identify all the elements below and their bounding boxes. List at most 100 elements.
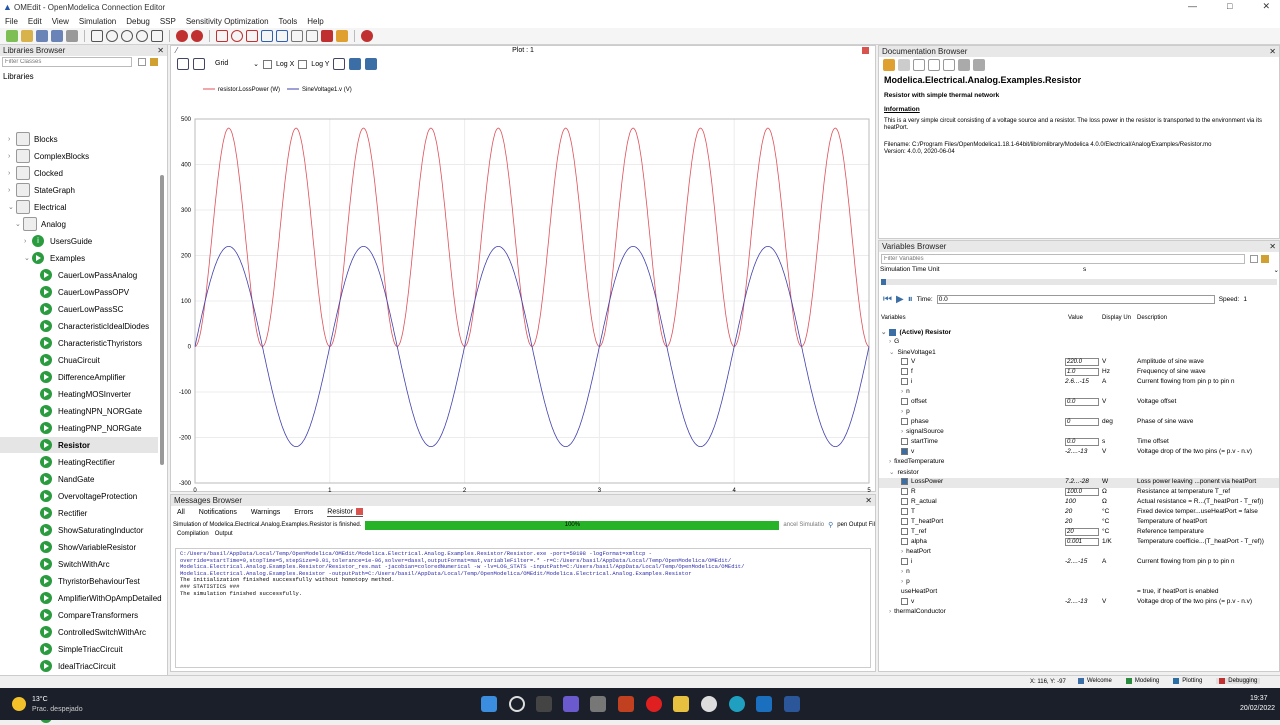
- variable-row[interactable]: › p: [879, 408, 1279, 418]
- edit-revisions-icon[interactable]: [928, 58, 940, 71]
- chevron-right-icon[interactable]: ›: [901, 578, 903, 585]
- library-item[interactable]: NandGate: [32, 471, 94, 487]
- variable-row[interactable]: T_ref 20 °C Reference temperature: [879, 528, 1279, 538]
- maximize-button[interactable]: □: [1227, 1, 1232, 12]
- instantiate-icon[interactable]: [191, 30, 203, 42]
- parametric-plot-icon[interactable]: [231, 30, 243, 42]
- menu-debug[interactable]: Debug: [121, 17, 155, 26]
- library-item[interactable]: CharacteristicThyristors: [32, 335, 142, 351]
- plot-variable-checkbox[interactable]: [901, 488, 908, 495]
- variable-row[interactable]: › signalSource: [879, 428, 1279, 438]
- chevron-down-icon[interactable]: ⌄: [15, 220, 23, 228]
- chevron-down-icon[interactable]: ⌄: [8, 203, 16, 211]
- variable-row[interactable]: offset 0.0 V Voltage offset: [879, 398, 1279, 408]
- chevron-right-icon[interactable]: ›: [901, 388, 903, 395]
- chevron-down-icon[interactable]: ⌄: [881, 329, 886, 336]
- plot-close-button[interactable]: [862, 47, 869, 54]
- variable-row[interactable]: ⌄ (Active) Resistor: [879, 328, 1279, 338]
- filter-options-icon[interactable]: [138, 58, 146, 66]
- chevron-right-icon[interactable]: ›: [8, 153, 16, 160]
- variable-value[interactable]: 100.0: [1065, 488, 1099, 496]
- variable-row[interactable]: V 220.0 V Amplitude of sine wave: [879, 358, 1279, 368]
- time-unit-select[interactable]: s ⌄: [1083, 266, 1279, 274]
- library-item[interactable]: ⌄ Examples: [24, 250, 85, 266]
- library-item[interactable]: Resistor: [0, 437, 158, 453]
- print-plot-icon[interactable]: [365, 58, 378, 70]
- menu-sensitivity-optimization[interactable]: Sensitivity Optimization: [181, 17, 274, 26]
- menu-view[interactable]: View: [47, 17, 74, 26]
- variable-value[interactable]: 0.0: [1065, 398, 1099, 406]
- variable-row[interactable]: › fixedTemperature: [879, 458, 1279, 468]
- variable-row[interactable]: › thermalConductor: [879, 608, 1279, 618]
- save-icon[interactable]: [36, 30, 48, 42]
- chevron-right-icon[interactable]: ›: [901, 568, 903, 575]
- variable-row[interactable]: v -2....-13 V Voltage drop of the two pins …: [879, 598, 1279, 608]
- variable-row[interactable]: R_actual 100 Ω Actual resistance = R...(T_h…: [879, 498, 1279, 508]
- variable-row[interactable]: v -2....-13 V Voltage drop of the two pins …: [879, 448, 1279, 458]
- output-subtab[interactable]: Output: [215, 531, 233, 540]
- back-arrow-icon[interactable]: [883, 58, 895, 71]
- check-model-icon[interactable]: [176, 30, 188, 42]
- variable-row[interactable]: startTime 0.0 s Time offset: [879, 438, 1279, 448]
- library-item[interactable]: ⌄ Electrical: [8, 199, 66, 215]
- edit-info-header-icon[interactable]: [943, 58, 955, 71]
- minimize-button[interactable]: —: [1188, 1, 1197, 12]
- close-tab-icon[interactable]: [355, 508, 363, 516]
- plot-variable-checkbox[interactable]: [901, 398, 908, 405]
- forward-arrow-icon[interactable]: [898, 58, 910, 71]
- search-icon[interactable]: [509, 696, 525, 712]
- library-item[interactable]: HeatingNPN_NORGate: [32, 403, 142, 419]
- variable-value[interactable]: 220.0: [1065, 358, 1099, 366]
- print-icon[interactable]: [66, 30, 78, 42]
- plot-variable-checkbox[interactable]: [901, 418, 908, 425]
- plot-variable-checkbox[interactable]: [901, 598, 908, 605]
- variable-row[interactable]: › n: [879, 568, 1279, 578]
- play-icon[interactable]: ▶: [896, 294, 904, 305]
- plot-variable-checkbox[interactable]: [901, 528, 908, 535]
- opera-icon[interactable]: [646, 696, 662, 712]
- library-item[interactable]: HeatingPNP_NORGate: [32, 420, 142, 436]
- plot-variable-checkbox[interactable]: [901, 438, 908, 445]
- output-search-icon[interactable]: ⚲: [828, 521, 833, 529]
- csv-icon[interactable]: [321, 30, 333, 42]
- message-tab[interactable]: Errors: [294, 509, 313, 516]
- save-doc-icon[interactable]: [958, 58, 970, 71]
- library-item[interactable]: OvervoltageProtection: [32, 488, 137, 504]
- library-item[interactable]: Rectifier: [32, 505, 87, 521]
- plot-variable-checkbox[interactable]: [901, 498, 908, 505]
- library-item[interactable]: ControlledSwitchWithArc: [32, 624, 146, 640]
- chevron-down-icon[interactable]: ⌄: [24, 254, 32, 262]
- variable-value[interactable]: 0: [1065, 418, 1099, 426]
- variable-row[interactable]: i 2.6...-15 A Current flowing from pin p to…: [879, 378, 1279, 388]
- close-icon[interactable]: ✕: [157, 45, 164, 56]
- close-icon[interactable]: ✕: [1269, 46, 1276, 57]
- menu-help[interactable]: Help: [302, 17, 328, 26]
- office-icon[interactable]: [618, 696, 634, 712]
- auto-scale-icon[interactable]: [177, 58, 189, 70]
- time-input[interactable]: 0.0: [936, 295, 1215, 304]
- library-item[interactable]: ThyristorBehaviourTest: [32, 573, 140, 589]
- plot-variable-checkbox[interactable]: [901, 368, 908, 375]
- chevron-right-icon[interactable]: ›: [24, 238, 32, 245]
- array-parametric-plot-icon[interactable]: [261, 30, 273, 42]
- array-plot-icon[interactable]: [246, 30, 258, 42]
- library-item[interactable]: IdealTriacCircuit: [32, 658, 116, 674]
- library-item[interactable]: › i UsersGuide: [24, 233, 92, 249]
- menu-ssp[interactable]: SSP: [155, 17, 181, 26]
- rewind-icon[interactable]: ⏮: [883, 294, 892, 305]
- library-item[interactable]: ChuaCircuit: [32, 352, 100, 368]
- menu-edit[interactable]: Edit: [23, 17, 47, 26]
- open-icon[interactable]: [21, 30, 33, 42]
- chevron-right-icon[interactable]: ›: [889, 608, 891, 615]
- message-tab[interactable]: Resistor: [327, 508, 363, 517]
- variable-row[interactable]: R 100.0 Ω Resistance at temperature T_ref: [879, 488, 1279, 498]
- cancel-simulation-button[interactable]: ancel Simulatio: [783, 522, 824, 528]
- chevron-right-icon[interactable]: ›: [889, 458, 891, 465]
- output-subtab[interactable]: Compilation: [177, 531, 209, 540]
- variable-row[interactable]: ⌄ SineVoltage1: [879, 348, 1279, 358]
- variable-row[interactable]: useHeatPort = true, if heatPort is enable…: [879, 588, 1279, 598]
- time-slider-handle[interactable]: [881, 279, 886, 285]
- variable-row[interactable]: phase 0 deg Phase of sine wave: [879, 418, 1279, 428]
- edge-icon[interactable]: [729, 696, 745, 712]
- variable-row[interactable]: alpha 0.001 1/K Temperature coefficie...(T_…: [879, 538, 1279, 548]
